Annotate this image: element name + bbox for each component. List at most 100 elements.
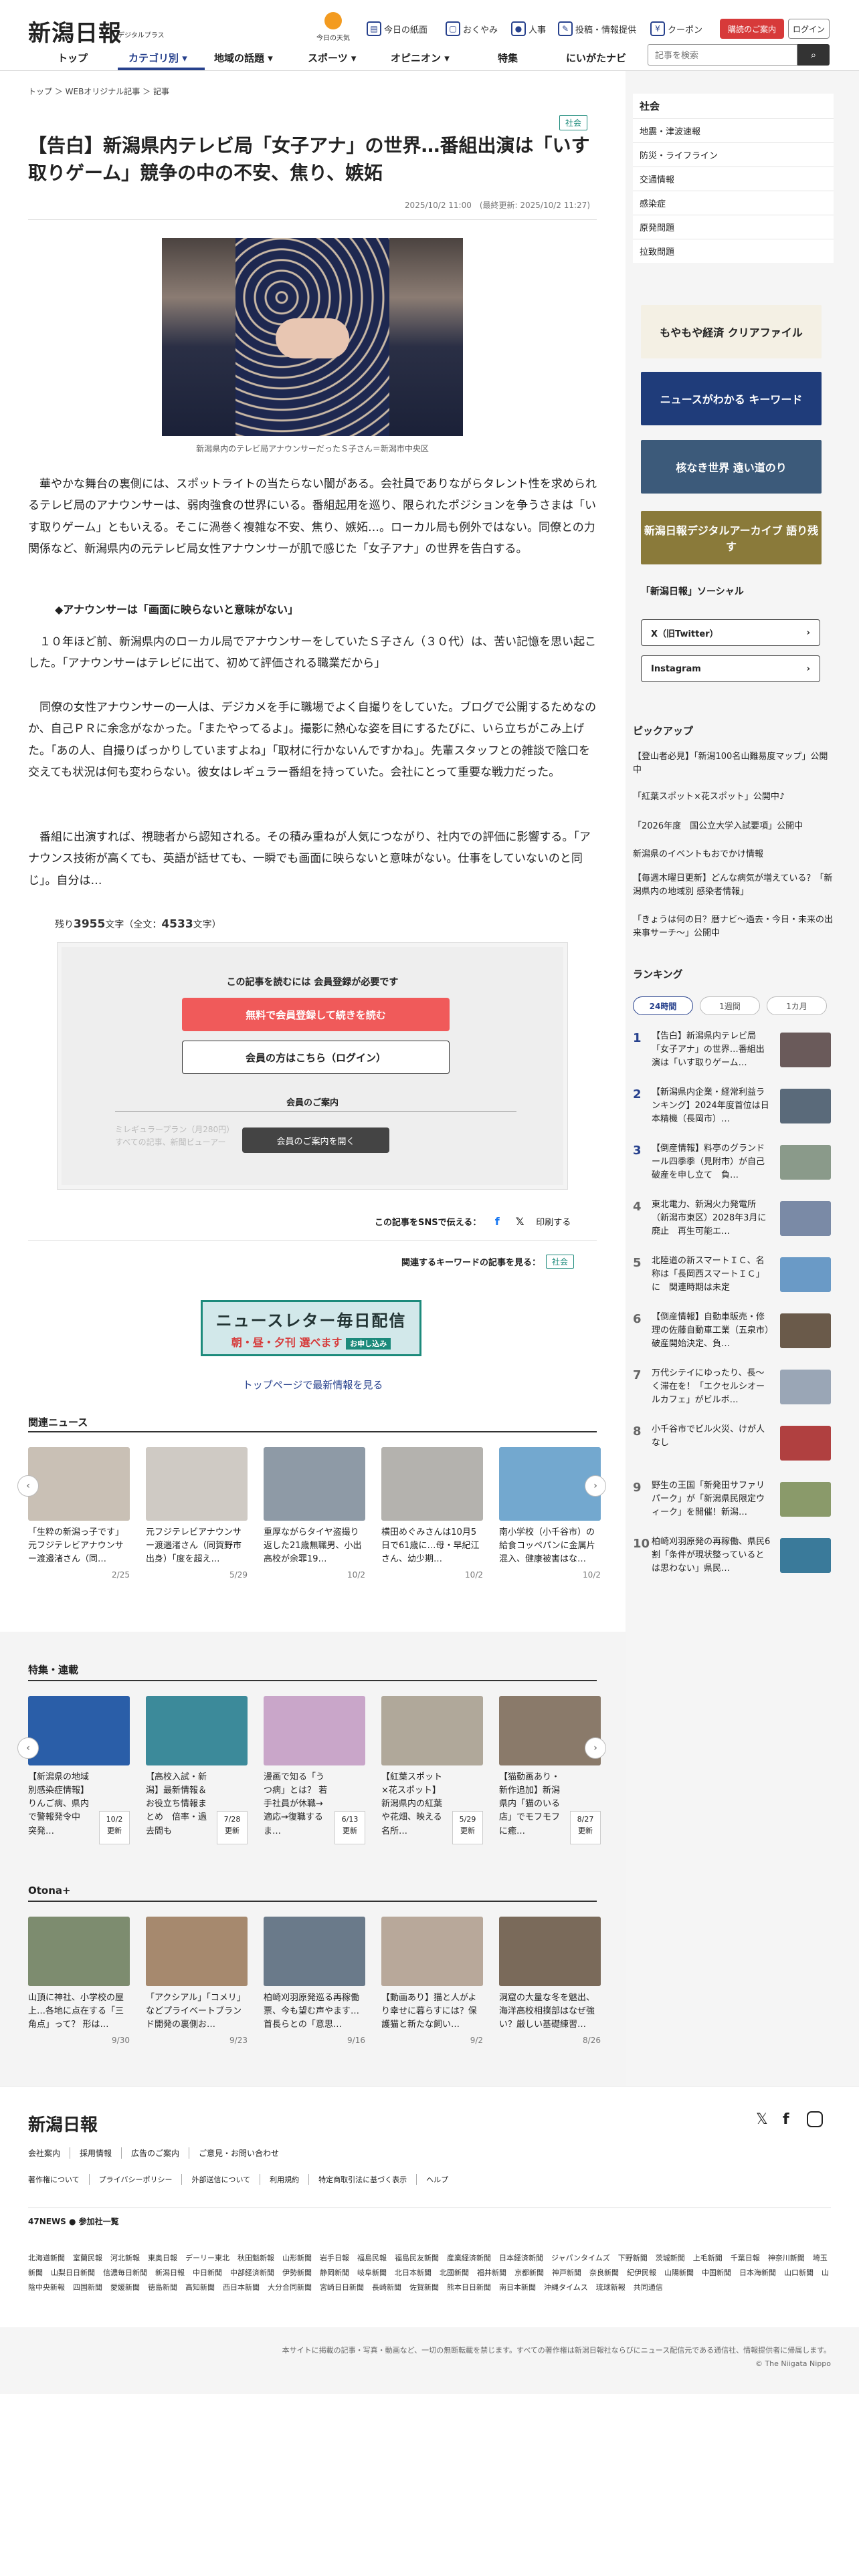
- pickup-item[interactable]: 新潟県のイベントもおでかけ情報: [633, 848, 834, 861]
- weather-widget[interactable]: 今日の天気: [309, 12, 357, 42]
- category-tag[interactable]: 社会: [559, 115, 588, 130]
- related-card[interactable]: 「生粋の新潟っ子です」元フジテレビアナウンサー渡邉渚さん（同… 2/25: [28, 1447, 130, 1580]
- nav-niigata-navi[interactable]: にいがたナビ: [566, 51, 626, 65]
- footer-link[interactable]: 利用規約: [270, 2174, 310, 2185]
- news47-member-link[interactable]: 中日新聞: [193, 2268, 222, 2277]
- footer-link[interactable]: プライバシーポリシー: [99, 2174, 183, 2185]
- pickup-item[interactable]: 【登山者必見】「新潟100名山難易度マップ」公開中: [633, 750, 834, 776]
- pickup-item[interactable]: 「きょうは何の日？暦ナビ～過去・今日・未来の出来事サーチ～」公開中: [633, 914, 834, 940]
- news47-member-link[interactable]: 高知新聞: [185, 2283, 215, 2292]
- facebook-icon[interactable]: f: [783, 2111, 789, 2128]
- news47-member-link[interactable]: ジャパンタイムズ: [551, 2254, 610, 2262]
- nav-sports[interactable]: スポーツ ▾: [308, 51, 356, 65]
- news47-member-link[interactable]: 新潟日報: [155, 2268, 185, 2277]
- footer-link[interactable]: 著作権について: [28, 2174, 90, 2185]
- nav-top[interactable]: トップ: [58, 51, 88, 65]
- facebook-icon[interactable]: f: [490, 1214, 504, 1228]
- feature-card[interactable]: 【猫動画あり・新作追加】新潟県内「猫のいる店」でモフモフに癒… 8/27 更新: [499, 1696, 601, 1844]
- news47-member-link[interactable]: 北國新聞: [440, 2268, 469, 2277]
- news47-member-link[interactable]: 岐阜新聞: [357, 2268, 387, 2277]
- news47-member-link[interactable]: 山形新聞: [282, 2254, 312, 2262]
- util-post[interactable]: ✎ 投稿・情報提供: [558, 21, 636, 36]
- footer-link[interactable]: ヘルプ: [426, 2174, 458, 2185]
- top-page-link[interactable]: トップページで最新情報を見る: [0, 1378, 626, 1392]
- related-card[interactable]: 元フジテレビアナウンサー渡邉渚さん（同賀野市出身）「度を超え… 5/29: [146, 1447, 248, 1580]
- related-card[interactable]: 横田めぐみさんは10月5日で61歳に…母・早紀江さん、幼少期… 10/2: [381, 1447, 483, 1580]
- news47-member-link[interactable]: 神奈川新聞: [768, 2254, 805, 2262]
- news47-member-link[interactable]: 日本海新聞: [739, 2268, 776, 2277]
- related-card[interactable]: 重厚ながらタイヤ盗撮り返した21歳無職男、小出高校が余罪19… 10/2: [264, 1447, 365, 1580]
- search-input[interactable]: [648, 44, 797, 66]
- sidebar-category-item[interactable]: 原発問題: [633, 215, 834, 239]
- news47-member-link[interactable]: 長崎新聞: [372, 2283, 401, 2292]
- prev-arrow-icon[interactable]: ‹: [17, 1737, 39, 1759]
- sidebar-banner[interactable]: 新潟日報デジタルアーカイブ 語り残す: [641, 511, 822, 564]
- instagram-link[interactable]: Instagram ›: [641, 655, 820, 682]
- news47-member-link[interactable]: 神戸新聞: [552, 2268, 581, 2277]
- news47-member-link[interactable]: 中国新聞: [702, 2268, 731, 2277]
- login-button[interactable]: ログイン: [788, 19, 830, 39]
- footer-link[interactable]: 広告のご案内: [131, 2147, 190, 2159]
- search-button[interactable]: ⌕: [797, 44, 830, 66]
- news47-member-link[interactable]: 中部経済新聞: [230, 2268, 274, 2277]
- news47-member-link[interactable]: 山口新聞: [784, 2268, 814, 2277]
- newsletter-banner[interactable]: ニュースレター毎日配信 朝・昼・夕刊 選べます お申し込み: [201, 1300, 421, 1356]
- subscribe-button[interactable]: 購読のご案内: [720, 19, 784, 39]
- news47-member-link[interactable]: 福島民友新聞: [395, 2254, 439, 2262]
- news47-member-link[interactable]: 北海道新聞: [28, 2254, 65, 2262]
- news47-member-link[interactable]: 室蘭民報: [73, 2254, 102, 2262]
- news47-member-link[interactable]: 伊勢新聞: [282, 2268, 312, 2277]
- sidebar-category-item[interactable]: 防災・ライフライン: [633, 142, 834, 167]
- news47-member-link[interactable]: 山陽新聞: [664, 2268, 694, 2277]
- keyword-tag[interactable]: 社会: [546, 1255, 575, 1269]
- news47-member-link[interactable]: 共同通信: [634, 2283, 663, 2292]
- article-photo[interactable]: [162, 238, 463, 436]
- member-login-button[interactable]: 会員の方はこちら（ログイン）: [182, 1041, 450, 1074]
- free-register-button[interactable]: 無料で会員登録して続きを読む: [182, 998, 450, 1031]
- news47-member-link[interactable]: デーリー東北: [185, 2254, 229, 2262]
- nav-feature[interactable]: 特集: [498, 51, 518, 65]
- ranking-item[interactable]: 4 東北電力、新潟火力発電所（新潟市東区）2028年3月に廃止 再生可能エ…: [633, 1198, 834, 1243]
- features-title[interactable]: 特集・連載: [28, 1662, 78, 1677]
- sidebar-category-item[interactable]: 感染症: [633, 191, 834, 215]
- site-logo[interactable]: 新潟日報: [28, 15, 122, 47]
- news47-member-link[interactable]: 茨城新聞: [656, 2254, 685, 2262]
- instagram-icon[interactable]: [807, 2111, 823, 2127]
- footer-link[interactable]: ご意見・お問い合わせ: [199, 2147, 288, 2159]
- news47-member-link[interactable]: 東奥日報: [148, 2254, 177, 2262]
- ranking-item[interactable]: 2 【新潟県内企業・経常利益ランキング】2024年度首位は日本精機（長岡市）…: [633, 1086, 834, 1130]
- news47-member-link[interactable]: 愛媛新聞: [110, 2283, 140, 2292]
- nav-opinion[interactable]: オピニオン ▾: [391, 51, 450, 65]
- footer-logo[interactable]: 新潟日報: [28, 2111, 98, 2136]
- news47-title[interactable]: 47NEWS ● 参加社一覧: [28, 2216, 119, 2227]
- news47-member-link[interactable]: 奈良新聞: [589, 2268, 619, 2277]
- news47-member-link[interactable]: 熊本日日新聞: [447, 2283, 491, 2292]
- ranking-tab-24h[interactable]: 24時間: [633, 996, 693, 1015]
- related-card[interactable]: 南小学校（小千谷市）の給食コッペパンに金属片混入、健康被害はな… 10/2: [499, 1447, 601, 1580]
- news47-member-link[interactable]: 佐賀新聞: [409, 2283, 439, 2292]
- news47-member-link[interactable]: 岩手日報: [320, 2254, 349, 2262]
- feature-card[interactable]: 【紅葉スポット×花スポット】新潟県内の紅葉や花畑、映える名所… 5/29 更新: [381, 1696, 483, 1844]
- x-twitter-link[interactable]: X（旧Twitter） ›: [641, 619, 820, 646]
- news47-member-link[interactable]: 四国新聞: [73, 2283, 102, 2292]
- footer-link[interactable]: 特定商取引法に基づく表示: [318, 2174, 417, 2185]
- pickup-item[interactable]: 「2026年度 国公立大学入試要項」公開中: [633, 820, 834, 833]
- news47-member-link[interactable]: 琉球新報: [596, 2283, 626, 2292]
- otona-card[interactable]: 洞窟の大量な冬を魅出、海洋高校相撲部はなぜ強い？厳しい基礎練習… 8/26: [499, 1917, 601, 2045]
- sidebar-banner[interactable]: ニュースがわかる キーワード: [641, 372, 822, 425]
- x-icon[interactable]: 𝕏: [756, 2111, 768, 2128]
- footer-link[interactable]: 会社案内: [28, 2147, 71, 2159]
- news47-member-link[interactable]: 北日本新聞: [395, 2268, 432, 2277]
- util-newspaper[interactable]: ▤ 今日の紙面: [367, 21, 427, 36]
- ranking-item[interactable]: 10 柏崎刈羽原発の再稼働、県民6割「条件が現状整っているとは思わない」県民…: [633, 1535, 834, 1580]
- ranking-item[interactable]: 8 小千谷市でビル火災、けが人なし: [633, 1423, 834, 1467]
- news47-member-link[interactable]: 秋田魁新報: [237, 2254, 274, 2262]
- news47-member-link[interactable]: 京都新聞: [514, 2268, 544, 2277]
- ranking-item[interactable]: 5 北陸道の新スマートＩＣ、名称は「長岡西スマートＩＣ」に 関連時期は未定: [633, 1255, 834, 1299]
- util-coupon[interactable]: ¥ クーポン: [650, 21, 702, 36]
- ranking-item[interactable]: 3 【倒産情報】料亭のグランドール四季季（見附市）が自己破産を申し立て 負…: [633, 1142, 834, 1186]
- news47-member-link[interactable]: 日本経済新聞: [499, 2254, 543, 2262]
- news47-member-link[interactable]: 山梨日日新聞: [51, 2268, 95, 2277]
- otona-card[interactable]: 山頂に神社、小学校の屋上…各地に点在する「三角点」って？ 形は… 9/30: [28, 1917, 130, 2045]
- x-icon[interactable]: 𝕏: [513, 1214, 527, 1228]
